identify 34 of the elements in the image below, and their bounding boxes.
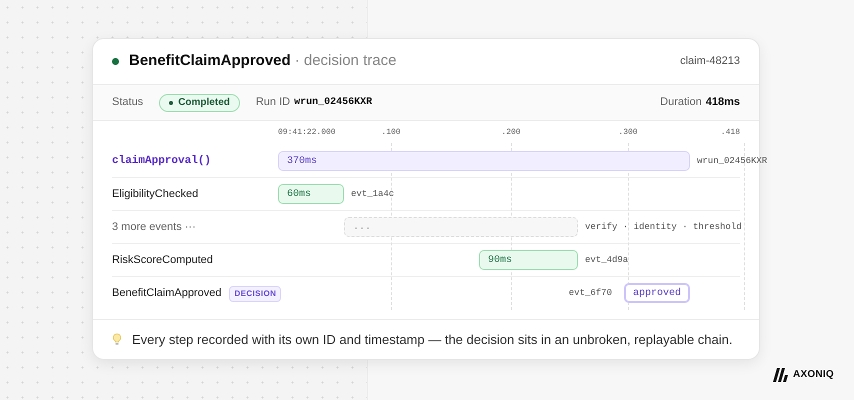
span-trailing-label: verify · identity · threshold <box>585 221 742 234</box>
time-tick-label: 09:41:22.000 <box>278 127 336 139</box>
row-label: EligibilityChecked <box>112 186 198 202</box>
claim-id: claim-48213 <box>680 54 740 70</box>
duration-label: Duration <box>660 95 702 110</box>
span-trailing-label: evt_1a4c <box>351 188 394 201</box>
card-subtitle: · decision trace <box>294 51 396 72</box>
time-tick-label: .418 <box>720 127 740 139</box>
row-label: RiskScoreComputed <box>112 252 213 268</box>
duration-value: 418ms <box>706 95 740 110</box>
footer-note: Every step recorded with its own ID and timestamp — the decision sits in an unbroken, replayable chain. <box>132 330 732 349</box>
logo-icon <box>773 368 788 382</box>
time-tick-label: .200 <box>501 127 521 139</box>
logo-wordmark: AXONIQ <box>793 368 834 382</box>
time-tick-label: .300 <box>618 127 638 139</box>
row-label: BenefitClaimApproved <box>112 286 222 302</box>
span-bar: 370ms <box>278 151 690 171</box>
row-label: 3 more events ··· <box>112 220 196 235</box>
run-id: wrun_02456KXR <box>294 96 372 110</box>
span-bar: 60ms <box>278 184 344 204</box>
span-trailing-label: evt_6f70 <box>568 287 612 300</box>
span-bar: 90ms <box>479 250 578 270</box>
decision-badge: DECISION <box>229 286 282 302</box>
time-tick-label: .100 <box>381 127 401 139</box>
status-label: Status <box>112 95 144 110</box>
lightbulb-icon <box>112 333 122 346</box>
run-id-label: Run ID <box>256 95 290 110</box>
row-label: claimApproval() <box>112 154 212 169</box>
status-pill: Completed <box>159 94 240 112</box>
card-title: BenefitClaimApproved <box>129 51 291 72</box>
span-bar: approved <box>624 283 690 303</box>
span-trailing-label: evt_4d9a <box>585 254 628 267</box>
collapsed-span: ... <box>344 217 578 237</box>
span-trailing-label: wrun_02456KXR <box>697 155 768 168</box>
